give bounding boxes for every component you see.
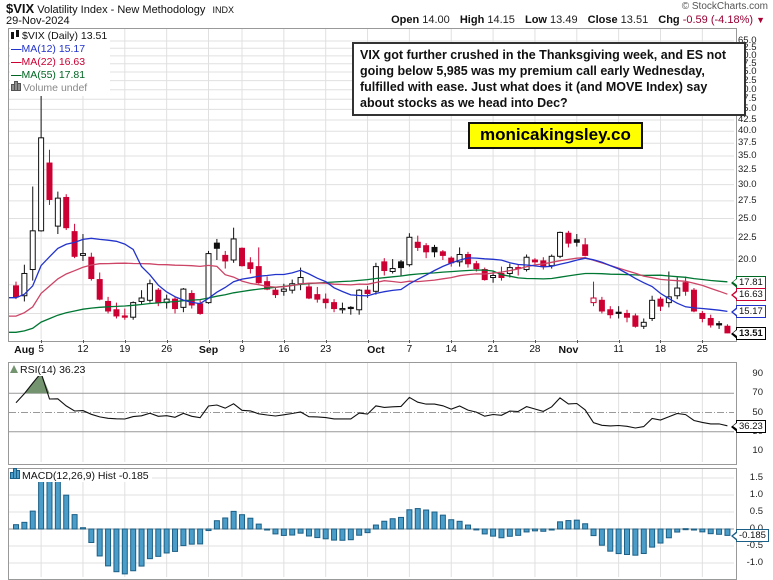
copyright: © StockCharts.com [682,1,768,12]
x-axis-label-9: 9 [239,344,245,355]
high-label: High [460,14,484,26]
x-axis-label-12: 12 [77,344,88,355]
x-axis-tick [167,340,168,343]
price-axis-tick: 22.5 [738,233,757,243]
chg-label: Chg [658,14,679,26]
x-axis-tick [326,340,327,343]
x-axis-tick [619,340,620,343]
price-axis-tick: 35.0 [738,151,757,161]
x-axis-label-7: 7 [407,344,413,355]
x-axis-label-11: 11 [613,344,623,355]
price-tag-17.81: 17.81 [736,276,766,289]
price-legend: $VIX (Daily) 13.51 —MA(12) 15.17 —MA(22)… [10,29,110,96]
x-axis-label-14: 14 [446,344,457,355]
x-axis-tick [284,340,285,343]
x-axis-tick [83,340,84,343]
open-label: Open [391,14,419,26]
x-axis-tick [368,340,369,343]
macd-legend: MACD(12,26,9) Hist -0.185 [10,470,152,482]
x-axis-label-Oct: Oct [367,344,385,356]
macd-axis-tick: 1.5 [737,473,763,483]
legend-ma12: —MA(12) 15.17 [11,43,107,56]
line-swatch-green: — [11,69,22,81]
x-axis-tick [660,340,661,343]
rsi-legend: RSI(14) 36.23 [10,364,88,376]
x-axis-tick [535,340,536,343]
chg-value: -0.59 (-4.18%) [683,14,753,26]
legend-volume: Volume undef [11,82,107,95]
x-axis-tick [493,340,494,343]
x-axis-label-19: 19 [119,344,130,355]
price-axis-tick: 30.0 [738,180,757,190]
x-axis-label-18: 18 [655,344,666,355]
x-axis-tick [209,340,210,343]
price-axis-tick: 42.5 [738,115,757,125]
x-axis-label-Nov: Nov [558,344,578,356]
open-value: 14.00 [422,14,450,26]
macd-axis-tick: -1.0 [737,558,763,568]
price-axis-tick: 20.0 [738,255,757,265]
price-tag-15.17: 15.17 [736,305,766,318]
rsi-axis-tick: 70 [737,388,763,398]
price-axis-tick: 37.5 [738,138,757,148]
candlestick-icon [11,30,20,39]
price-axis-tick: 40.0 [738,126,757,136]
price-tag-16.63: 16.63 [736,288,766,301]
close-value: 13.51 [621,14,649,26]
x-axis-tick [125,340,126,343]
watermark-badge: monicakingsley.co [468,122,643,149]
macd-pane-canvas [9,469,734,577]
stockcharts-vix-chart: $VIX Volatility Index - New Methodology … [0,0,773,580]
x-axis-tick [451,340,452,343]
x-axis-tick [409,340,410,343]
macd-axis-tick: 1.0 [737,490,763,500]
legend-ma22: —MA(22) 16.63 [11,56,107,69]
macd-axis-tick: 0.5 [737,507,763,517]
macd-bars-icon [10,470,20,479]
low-value: 13.49 [550,14,578,26]
rsi-axis-tick: 50 [737,408,763,418]
legend-ma55: —MA(55) 17.81 [11,69,107,82]
rsi-area-icon [10,365,18,373]
line-swatch-red: — [11,56,22,68]
close-label: Close [588,14,618,26]
chart-title-row: $VIX Volatility Index - New Methodology … [6,1,234,16]
x-axis-tick [41,340,42,343]
macd-axis-tick: -0.5 [737,541,763,551]
x-axis-label-5: 5 [38,344,44,355]
line-swatch-blue: — [11,43,22,55]
x-axis-label-25: 25 [697,344,708,355]
x-axis-tick [702,340,703,343]
x-axis-tick [577,340,578,343]
legend-instrument: $VIX (Daily) 13.51 [11,30,107,43]
high-value: 14.15 [487,14,515,26]
x-axis-label-21: 21 [488,344,499,355]
chart-date: 29-Nov-2024 [6,15,70,27]
symbol: $VIX [6,1,34,16]
x-axis-label-28: 28 [529,344,540,355]
exchange-label: INDX [212,5,234,15]
down-triangle-icon: ▼ [756,15,765,25]
rsi-tag: 36.23 [736,420,766,433]
annotation-text-box: VIX got further crushed in the Thanksgiv… [352,42,746,116]
x-axis-label-16: 16 [278,344,289,355]
x-axis-label-Aug: Aug [14,344,34,356]
x-axis-tick [242,340,243,343]
rsi-axis-tick: 10 [737,446,763,456]
price-axis-tick: 32.5 [738,165,757,175]
price-tag-13.51: 13.51 [736,327,766,340]
quote-summary: Open 14.00 High 14.15 Low 13.49 Close 13… [384,14,765,26]
price-axis-tick: 25.0 [738,214,757,224]
low-label: Low [525,14,547,26]
volume-bars-icon [11,82,21,91]
x-axis-label-Sep: Sep [199,344,218,356]
rsi-axis-tick: 90 [737,369,763,379]
macd-tag: -0.185 [736,529,769,542]
rsi-pane-canvas [9,363,734,462]
x-axis-label-23: 23 [320,344,331,355]
price-axis-tick: 27.5 [738,196,757,206]
x-axis-label-26: 26 [161,344,172,355]
